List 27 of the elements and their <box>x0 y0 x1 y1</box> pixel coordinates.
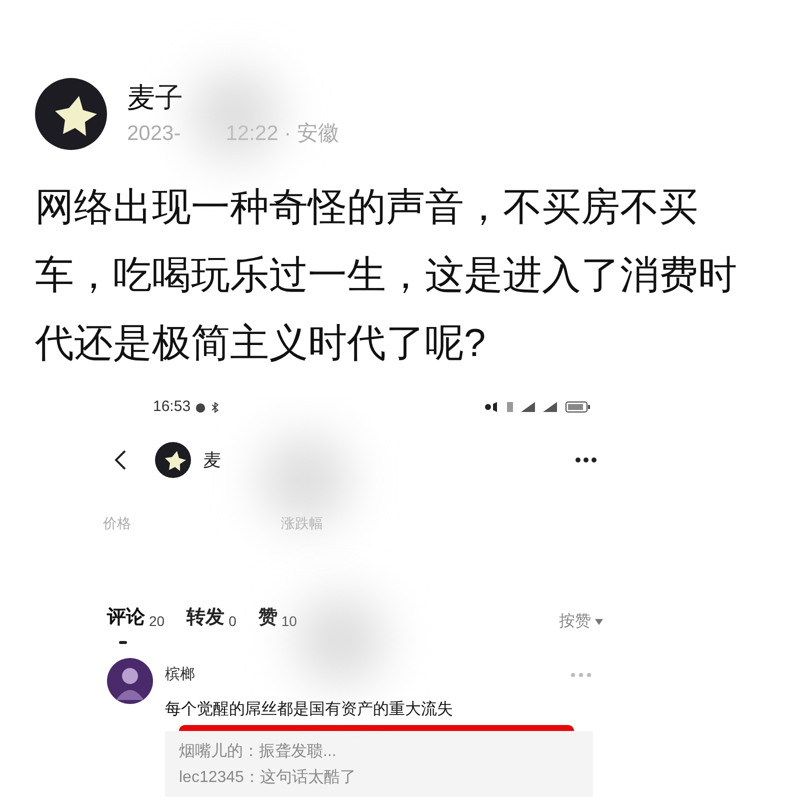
profile-name[interactable]: 麦 <box>203 446 221 474</box>
more-icon[interactable] <box>575 457 597 463</box>
stat-label: 涨跌幅 <box>281 514 323 533</box>
tab[interactable]: 转发 0 <box>186 604 236 644</box>
reply-text: 烟嘴儿的：振聋发聩... <box>179 742 338 762</box>
post-date: 2023- <box>127 121 181 147</box>
comment-text: 每个觉醒的屌丝都是国有资产的重大流失 <box>165 700 454 720</box>
sort-button[interactable]: 按赞 <box>559 610 603 634</box>
post-text: 网络出现一种奇怪的声音，不买房不买车，吃喝玩乐过一生，这是进入了消费时代还是极简主义时代了呢? <box>34 185 738 367</box>
battery-icon <box>565 401 591 413</box>
avatar-icon <box>35 78 107 150</box>
status-time: 16:53 <box>153 396 191 417</box>
avatar-icon[interactable] <box>107 658 153 704</box>
stat-label: 价格 <box>103 514 131 533</box>
speaker-icon <box>485 401 499 413</box>
tab[interactable]: 赞 10 <box>258 604 297 644</box>
caret-icon <box>595 619 603 625</box>
avatar-icon[interactable] <box>155 442 191 478</box>
bluetooth-icon <box>210 402 220 412</box>
tab[interactable]: 评论 20 <box>107 604 165 644</box>
signal-icon <box>543 402 557 412</box>
reply-text: lec12345：这句话太酷了 <box>179 768 357 788</box>
signal-icon <box>521 402 535 412</box>
commenter-name[interactable]: 槟榔 <box>165 664 195 686</box>
author-name[interactable]: 麦子 <box>127 80 339 116</box>
back-icon[interactable] <box>113 449 127 471</box>
post-time-location: 12:22 · 安徽 <box>226 121 339 147</box>
